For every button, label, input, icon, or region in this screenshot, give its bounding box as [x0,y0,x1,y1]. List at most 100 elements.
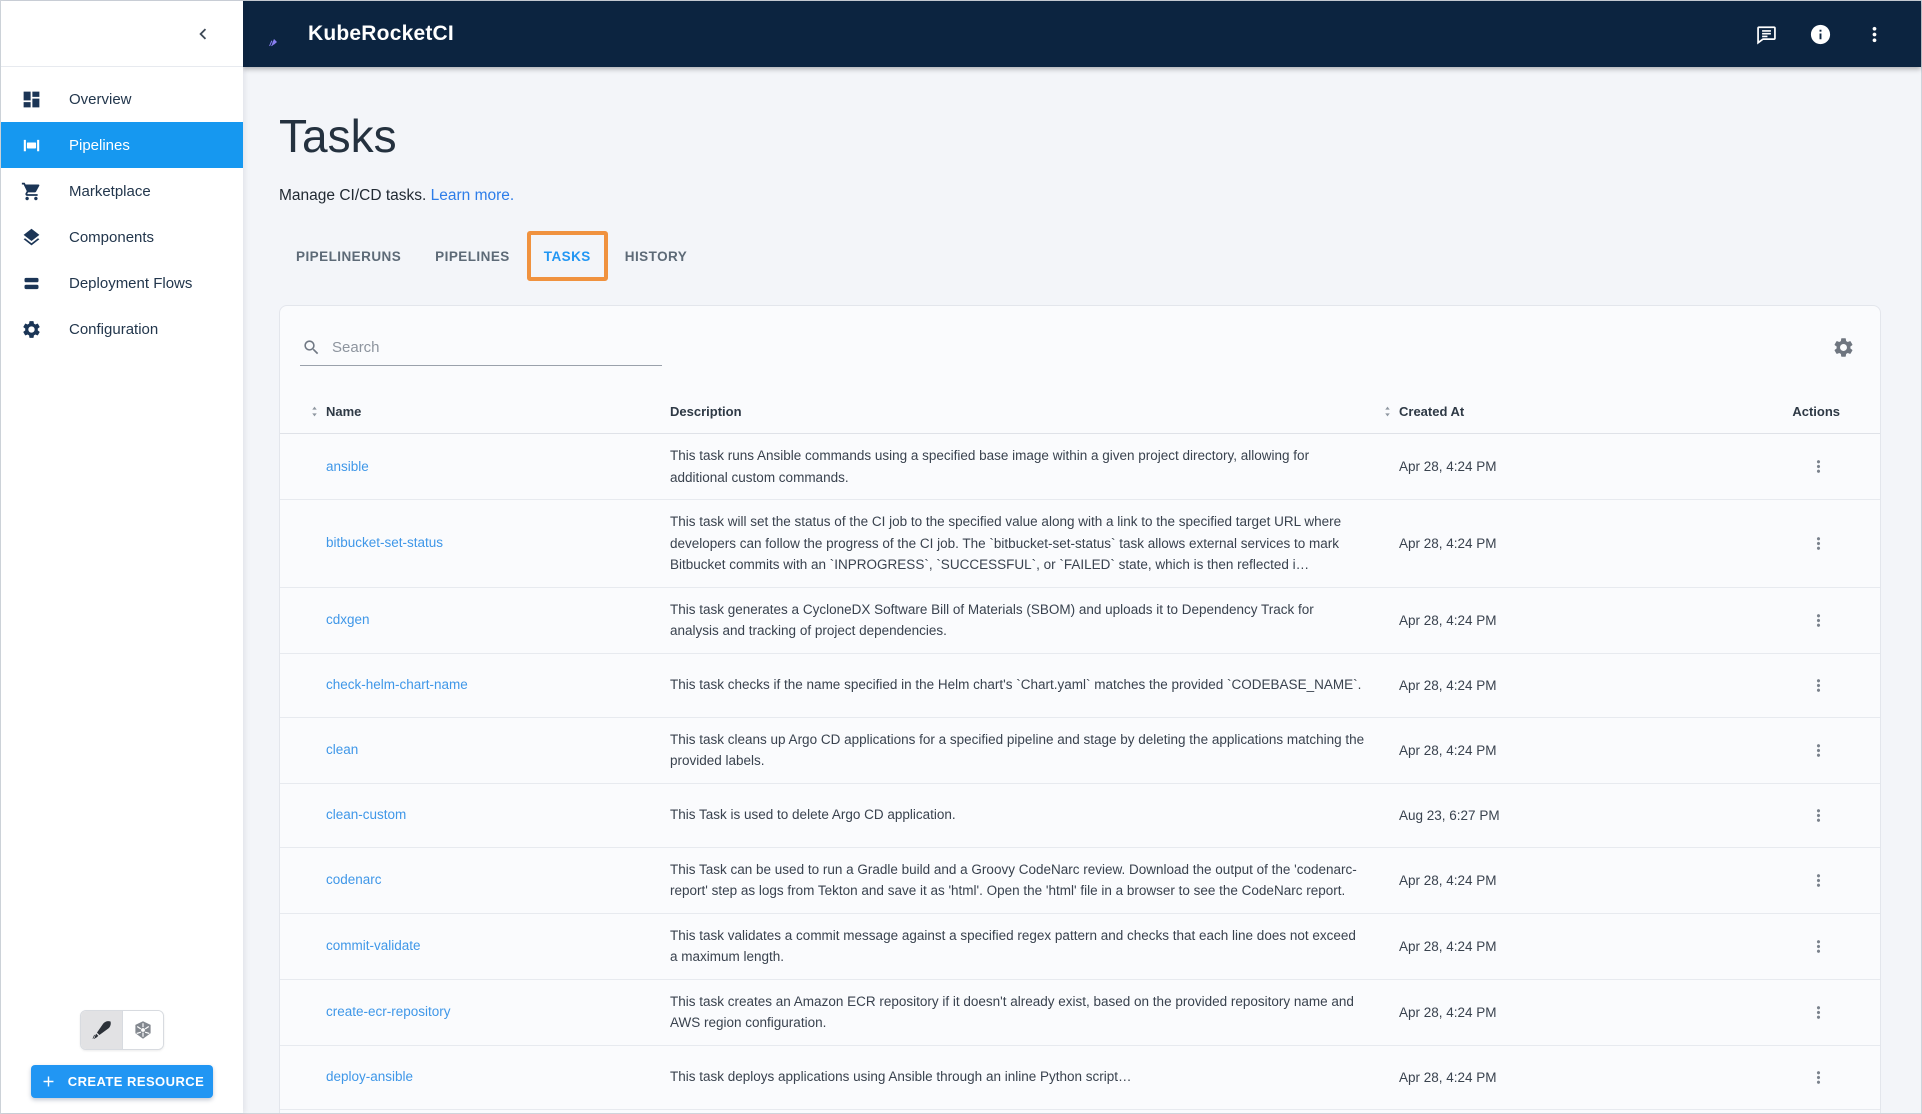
search-row [280,306,1880,366]
table-row: deploy-ansible This task deploys applica… [280,1046,1880,1110]
row-actions-kebab-button[interactable] [1804,736,1832,764]
task-description: This Task is used to delete Argo CD appl… [670,793,1365,837]
table-body: ansible This task runs Ansible commands … [280,434,1880,1110]
search-input[interactable] [332,339,660,356]
stacked-bars-icon [21,273,42,294]
kubernetes-view-toggle[interactable] [122,1011,163,1049]
sidebar-header [1,1,243,67]
sidebar-item-configuration[interactable]: Configuration [1,306,243,352]
task-name-cell: check-helm-chart-name [326,676,670,694]
dashboard-icon [21,89,42,110]
row-actions-kebab-button[interactable] [1804,453,1832,481]
task-actions-cell [1629,998,1856,1026]
task-name-link[interactable]: ansible [326,459,369,474]
subtitle-text: Manage CI/CD tasks. [279,187,426,204]
tab-pipelineruns[interactable]: PIPELINERUNS [279,232,418,280]
page-subtitle: Manage CI/CD tasks. Learn more. [279,187,1881,205]
tab-pipelines[interactable]: PIPELINES [418,232,527,280]
column-header-actions: Actions [1629,404,1856,419]
table-row: create-ecr-repository This task creates … [280,980,1880,1046]
sort-icon [1380,404,1395,419]
row-actions-kebab-button[interactable] [1804,801,1832,829]
brand-name: KubeRocketCI [308,22,454,46]
task-actions-cell [1629,671,1856,699]
tab-label: PIPELINES [435,249,510,264]
tab-tasks[interactable]: TASKS [527,231,608,281]
task-created-at: Apr 28, 4:24 PM [1399,459,1629,474]
table-row: commit-validate This task validates a co… [280,914,1880,980]
sidebar-item-pipelines[interactable]: Pipelines [1,122,243,168]
table-row: bitbucket-set-status This task will set … [280,500,1880,588]
task-name-link[interactable]: check-helm-chart-name [326,677,468,692]
search-box [300,332,662,366]
task-created-at: Apr 28, 4:24 PM [1399,1070,1629,1085]
task-name-cell: commit-validate [326,937,670,955]
info-icon [1809,23,1832,46]
row-actions-kebab-button[interactable] [1804,606,1832,634]
sidebar: Overview Pipelines Marketplace Component… [1,1,243,1113]
kebab-menu-icon [1809,457,1828,476]
task-description: This task generates a CycloneDX Software… [670,588,1365,653]
kebab-menu-icon [1809,806,1828,825]
task-name-link[interactable]: cdxgen [326,612,370,627]
task-created-at: Apr 28, 4:24 PM [1399,873,1629,888]
sidebar-nav: Overview Pipelines Marketplace Component… [1,67,243,352]
brand[interactable]: KubeRocketCI [267,19,454,49]
sidebar-item-marketplace[interactable]: Marketplace [1,168,243,214]
row-actions-kebab-button[interactable] [1804,866,1832,894]
column-header-name[interactable]: Name [326,404,670,419]
task-name-link[interactable]: create-ecr-repository [326,1004,451,1019]
sidebar-item-label: Pipelines [69,137,130,154]
kebab-menu-icon [1809,741,1828,760]
kebab-menu-icon [1809,1068,1828,1087]
task-name-cell: deploy-ansible [326,1068,670,1086]
task-name-link[interactable]: commit-validate [326,938,421,953]
create-resource-label: CREATE RESOURCE [68,1074,205,1089]
row-actions-kebab-button[interactable] [1804,998,1832,1026]
row-actions-kebab-button[interactable] [1804,932,1832,960]
task-created-at: Apr 28, 4:24 PM [1399,1005,1629,1020]
task-name-link[interactable]: codenarc [326,872,382,887]
table-row: check-helm-chart-name This task checks i… [280,654,1880,718]
app-window: Overview Pipelines Marketplace Component… [0,0,1922,1114]
topbar-kebab-menu-button[interactable] [1857,17,1891,51]
row-actions-kebab-button[interactable] [1804,1063,1832,1091]
task-name-link[interactable]: clean-custom [326,807,406,822]
task-name-cell: clean-custom [326,806,670,824]
task-created-at: Apr 28, 4:24 PM [1399,678,1629,693]
task-description: This task cleans up Argo CD applications… [670,718,1365,783]
feedback-chat-button[interactable] [1749,17,1783,51]
row-actions-kebab-button[interactable] [1804,671,1832,699]
task-name-link[interactable]: deploy-ansible [326,1069,413,1084]
table-row: clean This task cleans up Argo CD applic… [280,718,1880,784]
column-header-created-at[interactable]: Created At [1399,404,1629,419]
sidebar-item-label: Components [69,229,154,246]
tab-history[interactable]: HISTORY [608,232,704,280]
row-actions-kebab-button[interactable] [1804,529,1832,557]
task-description: This task creates an Amazon ECR reposito… [670,980,1365,1045]
sidebar-item-label: Configuration [69,321,158,338]
task-created-at: Apr 28, 4:24 PM [1399,613,1629,628]
learn-more-link[interactable]: Learn more. [431,187,515,204]
info-button[interactable] [1803,17,1837,51]
task-name-cell: codenarc [326,871,670,889]
task-name-link[interactable]: bitbucket-set-status [326,535,443,550]
sidebar-item-deployment-flows[interactable]: Deployment Flows [1,260,243,306]
topbar-actions [1749,17,1891,51]
table-settings-button[interactable] [1828,332,1858,362]
create-resource-button[interactable]: CREATE RESOURCE [31,1065,213,1098]
kebab-menu-icon [1863,23,1886,46]
rocket-view-toggle[interactable] [81,1011,122,1049]
task-name-link[interactable]: clean [326,742,358,757]
tasks-table-card: Name Description Created At Actions ansi… [279,305,1881,1113]
kebab-menu-icon [1809,1003,1828,1022]
sidebar-item-components[interactable]: Components [1,214,243,260]
sidebar-collapse-button[interactable] [185,16,221,52]
rocket-logo-icon [267,19,297,49]
task-name-cell: clean [326,741,670,759]
task-actions-cell [1629,801,1856,829]
sidebar-item-overview[interactable]: Overview [1,76,243,122]
rocket-icon [91,1019,113,1041]
task-description: This task checks if the name specified i… [670,663,1365,707]
sidebar-item-label: Overview [69,91,132,108]
